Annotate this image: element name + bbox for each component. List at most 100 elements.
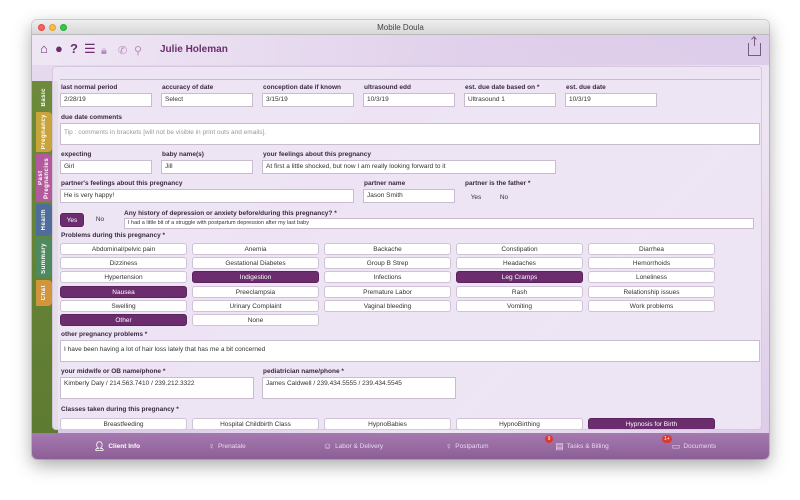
problem-chip[interactable]: Constipation bbox=[456, 243, 583, 255]
tab-labor-delivery[interactable]: ☺ Labor & Delivery bbox=[298, 433, 408, 459]
problem-chip[interactable]: Anemia bbox=[192, 243, 319, 255]
partner-feelings-label: partner's feelings about this pregnancy bbox=[61, 180, 183, 187]
class-chip[interactable]: Hospital Childbirth Class bbox=[192, 418, 319, 429]
zoom-window-button[interactable] bbox=[60, 24, 67, 31]
pediatrician-label: pediatrician name/phone * bbox=[263, 368, 344, 375]
problem-chip[interactable]: Relationship issues bbox=[588, 285, 715, 298]
class-chip[interactable]: Breastfeeding bbox=[60, 418, 187, 429]
problem-chip[interactable]: Hypertension bbox=[60, 271, 187, 284]
partner-feelings-field[interactable]: He is very happy! bbox=[60, 189, 354, 203]
problem-chip[interactable]: Diarrhea bbox=[588, 243, 715, 255]
accuracy-of-date-select[interactable]: Select bbox=[161, 93, 253, 107]
bottom-tab-bar: 👤︎ Client Info ♀ Prenatale ☺ Labor & Delive… bbox=[32, 433, 769, 459]
divider bbox=[60, 79, 760, 80]
depression-yes-button[interactable]: Yes bbox=[60, 213, 84, 227]
problem-chip[interactable]: Vomiting bbox=[456, 299, 583, 312]
class-chip[interactable]: HypnoBirthing bbox=[456, 418, 583, 429]
client-name: Julie Holeman bbox=[160, 44, 228, 55]
conception-date-field[interactable]: 3/15/19 bbox=[262, 93, 354, 107]
problem-chip[interactable]: Swelling bbox=[60, 299, 187, 312]
partner-name-field[interactable]: Jason Smith bbox=[363, 189, 455, 203]
est-due-date-label: est. due date bbox=[566, 84, 606, 91]
baby-icon: ☺ bbox=[322, 441, 333, 451]
expecting-field[interactable]: Girl bbox=[60, 160, 152, 174]
minimize-window-button[interactable] bbox=[49, 24, 56, 31]
problem-chip[interactable]: None bbox=[192, 314, 319, 326]
problem-chip[interactable]: Vaginal bleeding bbox=[324, 299, 451, 312]
problem-chip[interactable]: Preeclampsia bbox=[192, 285, 319, 298]
problem-chip[interactable]: Other bbox=[60, 314, 187, 326]
tab-prenatale[interactable]: ♀ Prenatale bbox=[182, 433, 272, 459]
due-based-on-select[interactable]: Ultrasound 1 bbox=[464, 93, 556, 107]
problem-chip[interactable]: Nausea bbox=[60, 285, 187, 298]
problem-chip[interactable]: Leg Cramps bbox=[456, 271, 583, 284]
tab-tasks-billing[interactable]: ▤ Tasks & Billing bbox=[527, 433, 637, 459]
list-icon[interactable]: ☰ bbox=[84, 42, 96, 56]
partner-is-father-label: partner is the father * bbox=[465, 180, 531, 187]
tab-health[interactable]: Health bbox=[36, 204, 52, 236]
feelings-field[interactable]: At first a little shocked, but now I am … bbox=[262, 160, 556, 174]
class-chip[interactable]: HypnoBabies bbox=[324, 418, 451, 429]
pediatrician-field[interactable]: James Caldwell / 239.434.5555 / 239.434.… bbox=[262, 377, 456, 399]
partner-name-label: partner name bbox=[364, 180, 406, 187]
share-icon[interactable] bbox=[748, 37, 761, 56]
problem-chip[interactable]: Gestational Diabetes bbox=[192, 257, 319, 270]
est-due-date-field[interactable]: 10/3/19 bbox=[565, 93, 657, 107]
last-normal-period-field[interactable]: 2/28/19 bbox=[60, 93, 152, 107]
link-icon[interactable]: ⚲ bbox=[134, 44, 142, 58]
depression-history-field[interactable]: I had a little bit of a struggle with po… bbox=[124, 218, 754, 229]
depression-history-label: Any history of depression or anxiety bef… bbox=[124, 210, 337, 217]
window-title: Mobile Doula bbox=[377, 23, 424, 32]
tab-chat[interactable]: Chat bbox=[36, 280, 52, 306]
lock-icon[interactable]: 🔒︎ bbox=[101, 44, 107, 58]
baby-names-field[interactable]: Jill bbox=[161, 160, 253, 174]
depression-no-button[interactable]: No bbox=[88, 213, 112, 227]
baby-names-label: baby name(s) bbox=[162, 151, 204, 158]
documents-icon: ▭ bbox=[671, 441, 681, 451]
tab-client-info[interactable]: 👤︎ Client Info bbox=[72, 433, 162, 459]
accuracy-of-date-label: accuracy of date bbox=[162, 84, 214, 91]
title-bar: Mobile Doula bbox=[32, 20, 769, 35]
tab-summary[interactable]: Summary bbox=[36, 238, 52, 278]
problem-chip[interactable]: Premature Labor bbox=[324, 285, 451, 298]
problem-chip[interactable]: Urinary Complaint bbox=[192, 299, 319, 312]
tab-pregnancy[interactable]: Pregnancy bbox=[36, 112, 52, 152]
toolbar: ⌂ ● ? ☰ 🔒︎ ✆ ⚲ Julie Holeman bbox=[32, 35, 769, 65]
partner-father-no-button[interactable]: No bbox=[493, 192, 515, 204]
problem-chip[interactable]: Abdominal/pelvic pain bbox=[60, 243, 187, 255]
midwife-field[interactable]: Kimberly Daly / 214.563.7410 / 239.212.3… bbox=[60, 377, 254, 399]
tab-past-pregnancies[interactable]: Past Pregnancies bbox=[36, 154, 52, 202]
phone-icon[interactable]: ✆ bbox=[118, 44, 127, 58]
problem-chip[interactable]: Group B Strep bbox=[324, 257, 451, 270]
class-chip[interactable]: Hypnosis for Birth bbox=[588, 418, 715, 429]
partner-father-yes-button[interactable]: Yes bbox=[465, 192, 487, 204]
close-window-button[interactable] bbox=[38, 24, 45, 31]
problem-chip[interactable]: Headaches bbox=[456, 257, 583, 270]
problem-chip[interactable]: Backache bbox=[324, 243, 451, 255]
midwife-label: your midwife or OB name/phone * bbox=[61, 368, 166, 375]
documents-badge: 1+ bbox=[662, 435, 672, 443]
problem-chip[interactable]: Rash bbox=[456, 285, 583, 298]
problem-chip[interactable]: Dizziness bbox=[60, 257, 187, 270]
problem-chip[interactable]: Hemorrhoids bbox=[588, 257, 715, 270]
home-icon[interactable]: ⌂ bbox=[40, 42, 48, 56]
ultrasound-edd-field[interactable]: 10/3/19 bbox=[363, 93, 455, 107]
problems-label: Problems during this pregnancy * bbox=[61, 232, 166, 239]
other-problems-label: other pregnancy problems * bbox=[61, 331, 148, 338]
tab-documents[interactable]: ▭ Documents bbox=[644, 433, 744, 459]
app-window: Mobile Doula ⌂ ● ? ☰ 🔒︎ ✆ ⚲ Julie Holema… bbox=[32, 20, 769, 459]
help-icon[interactable]: ? bbox=[70, 42, 78, 56]
tab-postpartum[interactable]: ♀ Postpartum bbox=[417, 433, 517, 459]
problem-chip[interactable]: Loneliness bbox=[588, 271, 715, 284]
problem-chip[interactable]: Work problems bbox=[588, 299, 715, 312]
feelings-label: your feelings about this pregnancy bbox=[263, 151, 371, 158]
chat-bubble-icon[interactable]: ● bbox=[55, 42, 63, 56]
tasks-badge: 9 bbox=[545, 435, 553, 443]
pregnancy-form-panel: last normal period 2/28/19 accuracy of d… bbox=[52, 66, 762, 430]
problem-chip[interactable]: Indigestion bbox=[192, 271, 319, 284]
tasks-icon: ▤ bbox=[555, 441, 564, 451]
other-problems-field[interactable]: I have been having a lot of hair loss la… bbox=[60, 340, 760, 362]
problem-chip[interactable]: Infections bbox=[324, 271, 451, 284]
due-date-comments-field[interactable]: Tip : comments in brackets [will not be … bbox=[60, 123, 760, 145]
tab-basic[interactable]: Basic bbox=[36, 84, 52, 110]
